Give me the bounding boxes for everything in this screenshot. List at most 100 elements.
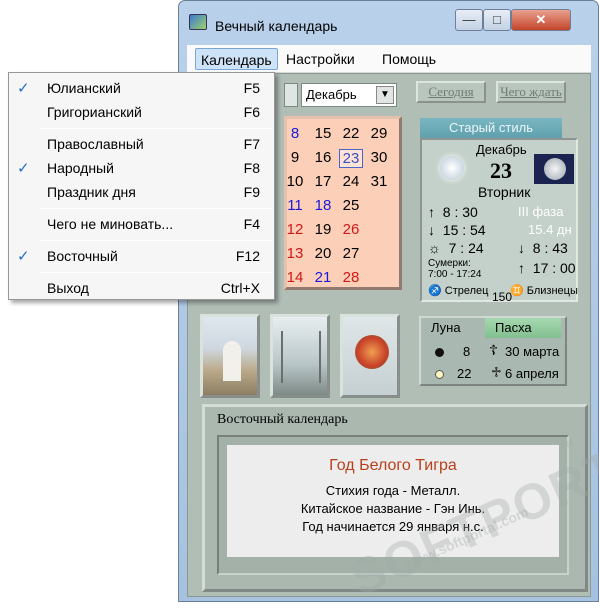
sun-icon <box>440 156 464 180</box>
calendar-day[interactable]: 29 <box>367 125 391 142</box>
month-select-value: Декабрь <box>306 87 357 102</box>
calendar-day[interactable]: 16 <box>311 149 335 166</box>
minimize-button[interactable]: — <box>455 9 483 31</box>
menu-calendar[interactable]: Календарь <box>195 48 278 70</box>
menu-item-shortcut: F8 <box>243 160 260 176</box>
twilight-label: Сумерки: <box>428 258 471 269</box>
sun-small-icon: ☼ <box>428 240 441 256</box>
calendar-day[interactable]: 21 <box>311 269 335 286</box>
calendar-day[interactable]: 25 <box>339 197 363 214</box>
arrow-up-icon: ↑ <box>518 260 525 276</box>
menu-settings[interactable]: Настройки <box>281 48 360 70</box>
zodiac-moon: Близнецы <box>526 285 578 297</box>
calendar-day[interactable]: 20 <box>311 245 335 262</box>
moon-easter-panel: Луна Пасха 8 22 ☦ 30 марта ♱ 6 апреля <box>419 316 567 386</box>
tab-luna[interactable]: Луна <box>421 318 483 338</box>
calendar-day[interactable]: 30 <box>367 149 391 166</box>
month-select[interactable]: Декабрь ▼ <box>301 83 397 107</box>
calendar-day[interactable]: 23 <box>339 149 363 168</box>
maximize-button[interactable]: □ <box>483 9 511 31</box>
zodiac-sun-row: ♐ Стрелец <box>428 284 488 297</box>
cathedral-image[interactable] <box>200 314 260 398</box>
full-moon-day: 22 <box>457 366 472 381</box>
catholic-cross-icon: ♱ <box>491 364 502 380</box>
menu-item-shortcut: F6 <box>243 104 260 120</box>
flowers-image[interactable] <box>340 314 400 398</box>
calendar-day[interactable]: 18 <box>311 197 335 214</box>
trees-icon <box>281 331 321 383</box>
menu-item-shortcut: F4 <box>243 216 260 232</box>
menu-item-orthodox[interactable]: Православный F7 <box>11 133 272 155</box>
menu-separator <box>39 128 271 129</box>
what-to-wait-button[interactable]: Чего ждать <box>496 81 566 103</box>
sunset-time: 15 : 54 <box>442 222 486 238</box>
bouquet-icon <box>355 335 389 369</box>
calendar-day[interactable]: 28 <box>339 269 363 286</box>
year-title: Год Белого Тигра <box>329 457 457 474</box>
menu-separator <box>39 208 271 209</box>
eastern-calendar-header: Восточный календарь <box>217 412 348 427</box>
arrow-down-icon: ↓ <box>518 240 525 256</box>
menu-item-julian[interactable]: ✓ Юлианский F5 <box>11 77 272 99</box>
menu-item-exit[interactable]: Выход Ctrl+X <box>11 277 272 299</box>
tab-pasha[interactable]: Пасха <box>485 318 561 338</box>
calendar-day[interactable]: 8 <box>283 125 307 142</box>
menu-item-label: Восточный <box>47 248 118 264</box>
calendar-day[interactable]: 22 <box>339 125 363 142</box>
menu-item-label: Григорианский <box>47 104 142 120</box>
sunrise-row: ↑ 8 : 30 <box>428 204 478 220</box>
calendar-day[interactable]: 13 <box>283 245 307 262</box>
winter-image[interactable] <box>270 314 330 398</box>
menu-item-label: Праздник дня <box>47 184 136 200</box>
calendar-dropdown-menu: ✓ Юлианский F5 Григорианский F6 Правосла… <box>8 72 275 300</box>
twilight-value: 7:00 - 17:24 <box>428 269 482 280</box>
day-number: 23 <box>490 158 512 183</box>
full-moon-icon <box>435 370 444 379</box>
catholic-easter-date: 6 апреля <box>505 366 559 381</box>
arrow-down-icon: ↓ <box>428 222 435 238</box>
today-button[interactable]: Сегодня <box>416 81 486 103</box>
calendar-grid: 8 15 22 29 9 16 23 30 10 17 24 31 11 18 25 12 19 26 13 20 27… <box>284 116 402 290</box>
menu-item-eastern[interactable]: ✓ Восточный F12 <box>11 245 272 267</box>
calendar-day[interactable]: 31 <box>367 173 391 190</box>
menu-separator <box>39 240 271 241</box>
moonset-time: 8 : 43 <box>532 240 568 256</box>
sagittarius-icon: ♐ <box>428 285 442 297</box>
menu-item-inevitable[interactable]: Чего не миновать... F4 <box>11 213 272 235</box>
month-spin-button[interactable] <box>284 83 298 107</box>
day-count: 150 <box>492 290 513 304</box>
window-title: Вечный календарь <box>215 18 338 34</box>
menu-item-label: Выход <box>47 280 89 296</box>
check-icon: ✓ <box>17 80 30 97</box>
calendar-day[interactable]: 17 <box>311 173 335 190</box>
calendar-day[interactable]: 27 <box>339 245 363 262</box>
moon-age: 15.4 дн <box>528 222 572 237</box>
menu-item-gregorian[interactable]: Григорианский F6 <box>11 101 272 123</box>
moon-phase: ІІІ фаза <box>518 204 564 219</box>
title-bar[interactable]: Вечный календарь — □ ✕ <box>179 1 598 39</box>
calendar-day[interactable]: 11 <box>283 197 307 214</box>
moonrise-row: ↑ 17 : 00 <box>518 260 576 276</box>
calendar-day[interactable]: 10 <box>283 173 307 190</box>
orthodox-cross-icon: ☦ <box>489 342 499 358</box>
calendar-day[interactable]: 12 <box>283 221 307 238</box>
month-name: Декабрь <box>476 142 527 157</box>
moonset-row: ↓ 8 : 43 <box>518 240 568 256</box>
menu-help[interactable]: Помощь <box>377 48 441 70</box>
calendar-day[interactable]: 24 <box>339 173 363 190</box>
calendar-day[interactable]: 9 <box>283 149 307 166</box>
close-button[interactable]: ✕ <box>511 9 571 31</box>
menu-item-holiday[interactable]: Праздник дня F9 <box>11 181 272 203</box>
menu-bar: Календарь Настройки Помощь <box>187 45 591 73</box>
calendar-day[interactable]: 15 <box>311 125 335 142</box>
calendar-day[interactable]: 26 <box>339 221 363 238</box>
menu-item-shortcut: F5 <box>243 80 260 96</box>
menu-item-folk[interactable]: ✓ Народный F8 <box>11 157 272 179</box>
arrow-up-icon: ↑ <box>428 204 435 220</box>
calendar-day[interactable]: 14 <box>283 269 307 286</box>
orthodox-easter-date: 30 марта <box>505 344 560 359</box>
calendar-day[interactable]: 19 <box>311 221 335 238</box>
zodiac-moon-row: ♊ Близнецы <box>510 284 578 297</box>
menu-item-label: Народный <box>47 160 114 176</box>
chevron-down-icon[interactable]: ▼ <box>376 86 394 104</box>
